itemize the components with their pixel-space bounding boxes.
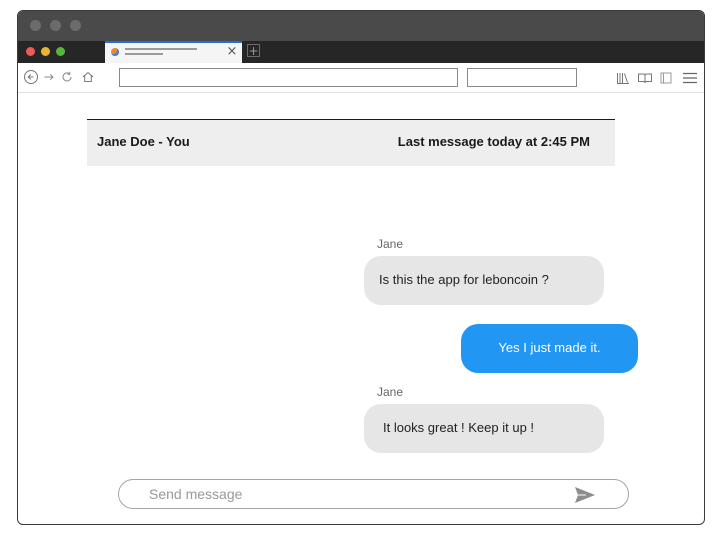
forward-icon[interactable] xyxy=(41,69,57,85)
message-bubble-incoming: Is this the app for leboncoin ? xyxy=(364,256,604,305)
tab-title-placeholder xyxy=(125,48,197,50)
browser-window: × + Jane Doe - You Last message today at… xyxy=(17,10,705,525)
address-bar[interactable] xyxy=(119,68,458,87)
sidebar-icon[interactable] xyxy=(658,70,674,86)
message-bubble-incoming: It looks great ! Keep it up ! xyxy=(364,404,604,453)
reload-icon[interactable] xyxy=(59,69,75,85)
chat-header: Jane Doe - You Last message today at 2:4… xyxy=(87,119,615,166)
new-tab-button[interactable]: + xyxy=(247,44,260,57)
zoom-window-button[interactable] xyxy=(56,47,65,56)
tab-strip: × + xyxy=(18,41,704,63)
window-control-dot[interactable] xyxy=(30,20,41,31)
window-titlebar xyxy=(18,11,704,41)
firefox-icon xyxy=(111,48,119,56)
message-bubble-outgoing: Yes I just made it. xyxy=(461,324,638,373)
search-bar[interactable] xyxy=(467,68,577,87)
back-icon[interactable] xyxy=(23,69,39,85)
window-control-dot[interactable] xyxy=(70,20,81,31)
minimize-window-button[interactable] xyxy=(41,47,50,56)
message-composer xyxy=(118,479,629,509)
message-sender: Jane xyxy=(377,385,404,399)
tab-title-placeholder xyxy=(125,53,163,55)
message-input[interactable] xyxy=(149,485,569,503)
last-message-time: Last message today at 2:45 PM xyxy=(397,134,590,149)
message-sender: Jane xyxy=(377,237,404,251)
message-text: Is this the app for leboncoin ? xyxy=(379,272,549,287)
menu-icon[interactable] xyxy=(682,70,698,86)
window-control-dot[interactable] xyxy=(50,20,61,31)
message-text: It looks great ! Keep it up ! xyxy=(383,420,535,435)
library-icon[interactable] xyxy=(615,70,631,86)
home-icon[interactable] xyxy=(80,69,96,85)
browser-tab[interactable]: × xyxy=(105,41,242,63)
reader-icon[interactable] xyxy=(637,70,653,86)
chat-participants: Jane Doe - You xyxy=(97,134,190,149)
message-text: Yes I just made it. xyxy=(498,340,601,355)
browser-toolbar xyxy=(18,63,704,93)
close-window-button[interactable] xyxy=(26,47,35,56)
tab-close-button[interactable]: × xyxy=(225,44,239,60)
send-icon[interactable] xyxy=(574,486,596,504)
